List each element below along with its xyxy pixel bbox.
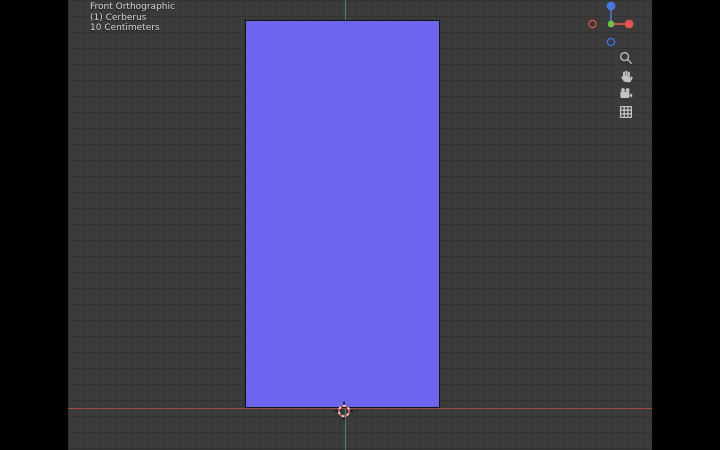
viewport-nav-buttons [617,50,635,120]
viewport-text-overlay: Front Orthographic (1) Cerberus 10 Centi… [90,2,175,34]
3d-cursor[interactable] [334,401,354,421]
gizmo-y-positive[interactable] [607,20,615,28]
move-view-button[interactable] [617,68,634,84]
active-object-label: (1) Cerberus [90,12,147,23]
grid-scale-label: 10 Centimeters [90,23,160,33]
view-name-label: Front Orthographic [90,2,175,12]
toggle-orthographic-button[interactable] [617,104,634,120]
grid-icon [619,105,632,119]
mesh-object[interactable] [245,20,440,408]
3d-viewport[interactable]: Front Orthographic (1) Cerberus 10 Centi… [68,0,652,450]
zoom-view-button[interactable] [617,50,634,66]
gizmo-z-positive[interactable] [606,1,616,11]
hand-icon [620,70,633,83]
gizmo-x-negative[interactable] [588,19,597,29]
gizmo-x-positive[interactable] [624,19,634,29]
x-axis-line [68,408,652,409]
magnifier-icon [619,52,632,64]
gizmo-z-negative[interactable] [606,37,616,47]
camera-icon [619,88,632,98]
camera-view-button[interactable] [617,86,634,102]
axis-gizmo[interactable] [587,0,635,48]
letterbox-left [0,0,68,450]
letterbox-right [652,0,720,450]
